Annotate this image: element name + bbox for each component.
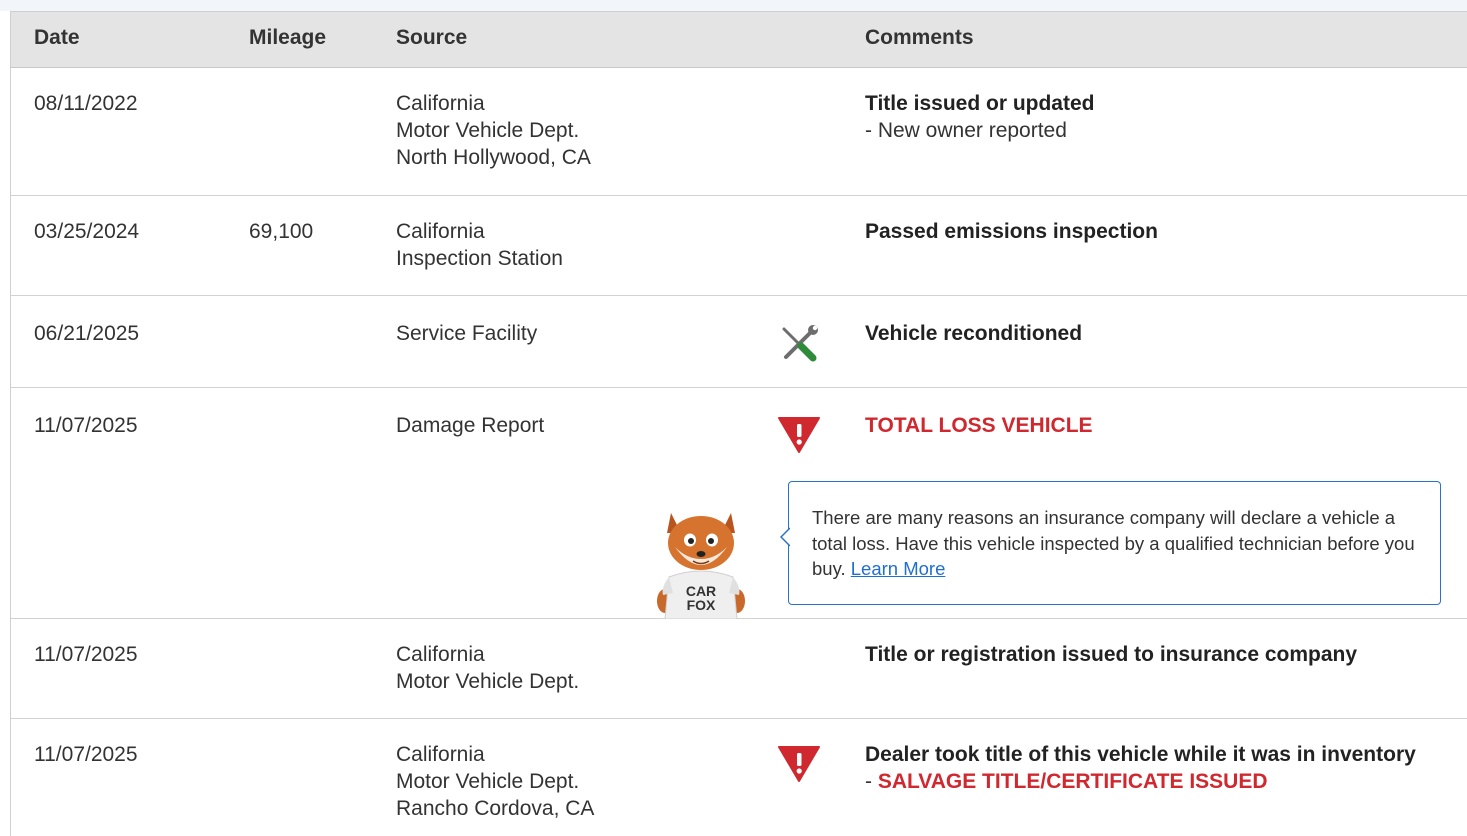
row-source: Damage Report [396, 412, 544, 439]
table-row: 08/11/2022 California Motor Vehicle Dept… [11, 68, 1467, 196]
vehicle-history-table: Date Mileage Source Comments 08/11/2022 … [10, 11, 1467, 836]
source-line: Service Facility [396, 322, 538, 345]
table-row: 11/07/2025 California Motor Vehicle Dept… [11, 719, 1467, 836]
alert-triangle-icon [777, 416, 821, 459]
source-line: Rancho Cordova, CA [396, 797, 595, 820]
comment-title: Title issued or updated [865, 92, 1095, 115]
comment-detail-prefix: - [865, 770, 878, 793]
table-row: 03/25/2024 69,100 California Inspection … [11, 196, 1467, 296]
learn-more-link[interactable]: Learn More [851, 558, 946, 579]
row-date: 08/11/2022 [34, 92, 138, 115]
header-source: Source [396, 26, 468, 49]
comment-detail: - New owner reported [865, 119, 1067, 142]
wrench-screwdriver-icon [777, 322, 821, 371]
salvage-title-alert: SALVAGE TITLE/CERTIFICATE ISSUED [877, 770, 1268, 793]
row-source: California Motor Vehicle Dept. Rancho Co… [396, 741, 594, 822]
comment-title: Dealer took title of this vehicle while … [865, 743, 1416, 766]
row-date: 11/07/2025 [34, 643, 138, 666]
source-line: California [396, 220, 485, 243]
source-line: Damage Report [396, 414, 545, 437]
row-date: 11/07/2025 [34, 743, 138, 766]
callout-message: There are many reasons an insurance comp… [812, 505, 1422, 582]
top-band [0, 0, 1467, 11]
row-comments: Title issued or updated - New owner repo… [865, 90, 1455, 144]
row-source: California Motor Vehicle Dept. North Hol… [396, 90, 591, 171]
source-line: California [396, 643, 485, 666]
comment-title: Passed emissions inspection [865, 220, 1158, 243]
row-comments: Title or registration issued to insuranc… [865, 641, 1455, 668]
svg-text:FOX: FOX [687, 597, 716, 613]
carfox-mascot: CAR FOX [651, 503, 751, 624]
source-line: Motor Vehicle Dept. [396, 119, 580, 142]
row-mileage: 69,100 [249, 220, 314, 243]
row-source: California Inspection Station [396, 218, 563, 272]
header-mileage: Mileage [249, 26, 327, 49]
comment-detail: - SALVAGE TITLE/CERTIFICATE ISSUED [865, 768, 1455, 795]
table-row: 06/21/2025 Service Facility Vehicle reco… [11, 296, 1467, 388]
header-date: Date [34, 26, 80, 49]
row-date: 03/25/2024 [34, 220, 140, 243]
row-comments: Vehicle reconditioned [865, 320, 1455, 347]
alert-triangle-icon [777, 745, 821, 788]
row-comments: TOTAL LOSS VEHICLE [865, 412, 1455, 439]
source-line: North Hollywood, CA [396, 146, 591, 169]
table-row: 11/07/2025 California Motor Vehicle Dept… [11, 619, 1467, 719]
source-line: Motor Vehicle Dept. [396, 670, 580, 693]
row-date: 11/07/2025 [34, 414, 138, 437]
table-header: Date Mileage Source Comments [11, 11, 1467, 68]
callout-pointer [780, 527, 790, 547]
total-loss-callout: There are many reasons an insurance comp… [780, 481, 1441, 605]
row-source: California Motor Vehicle Dept. [396, 641, 579, 695]
row-comments: Passed emissions inspection [865, 218, 1455, 245]
source-line: California [396, 743, 485, 766]
source-line: Inspection Station [396, 247, 563, 270]
header-comments: Comments [865, 26, 974, 49]
comment-title: Title or registration issued to insuranc… [865, 643, 1358, 666]
row-comments: Dealer took title of this vehicle while … [865, 741, 1455, 795]
row-source: Service Facility [396, 320, 537, 347]
source-line: California [396, 92, 485, 115]
comment-title-alert: TOTAL LOSS VEHICLE [865, 414, 1093, 437]
comment-title: Vehicle reconditioned [865, 322, 1083, 345]
row-date: 06/21/2025 [34, 322, 140, 345]
source-line: Motor Vehicle Dept. [396, 770, 580, 793]
